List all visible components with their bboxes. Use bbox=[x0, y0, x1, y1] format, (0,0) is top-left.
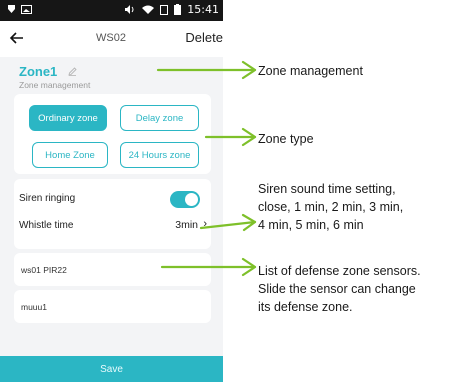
note-zone-management: Zone management bbox=[258, 64, 363, 78]
note-sensor-list: List of defense zone sensors. Slide the … bbox=[258, 262, 421, 316]
note-line: List of defense zone sensors. bbox=[258, 264, 421, 278]
note-zone-type: Zone type bbox=[258, 132, 314, 146]
note-line: Slide the sensor can change bbox=[258, 282, 416, 296]
note-siren-setting: Siren sound time setting, close, 1 min, … bbox=[258, 180, 403, 234]
note-line: close, 1 min, 2 min, 3 min, bbox=[258, 200, 404, 214]
note-line: Siren sound time setting, bbox=[258, 182, 396, 196]
note-line: 4 min, 5 min, 6 min bbox=[258, 218, 364, 232]
note-line: its defense zone. bbox=[258, 300, 353, 314]
